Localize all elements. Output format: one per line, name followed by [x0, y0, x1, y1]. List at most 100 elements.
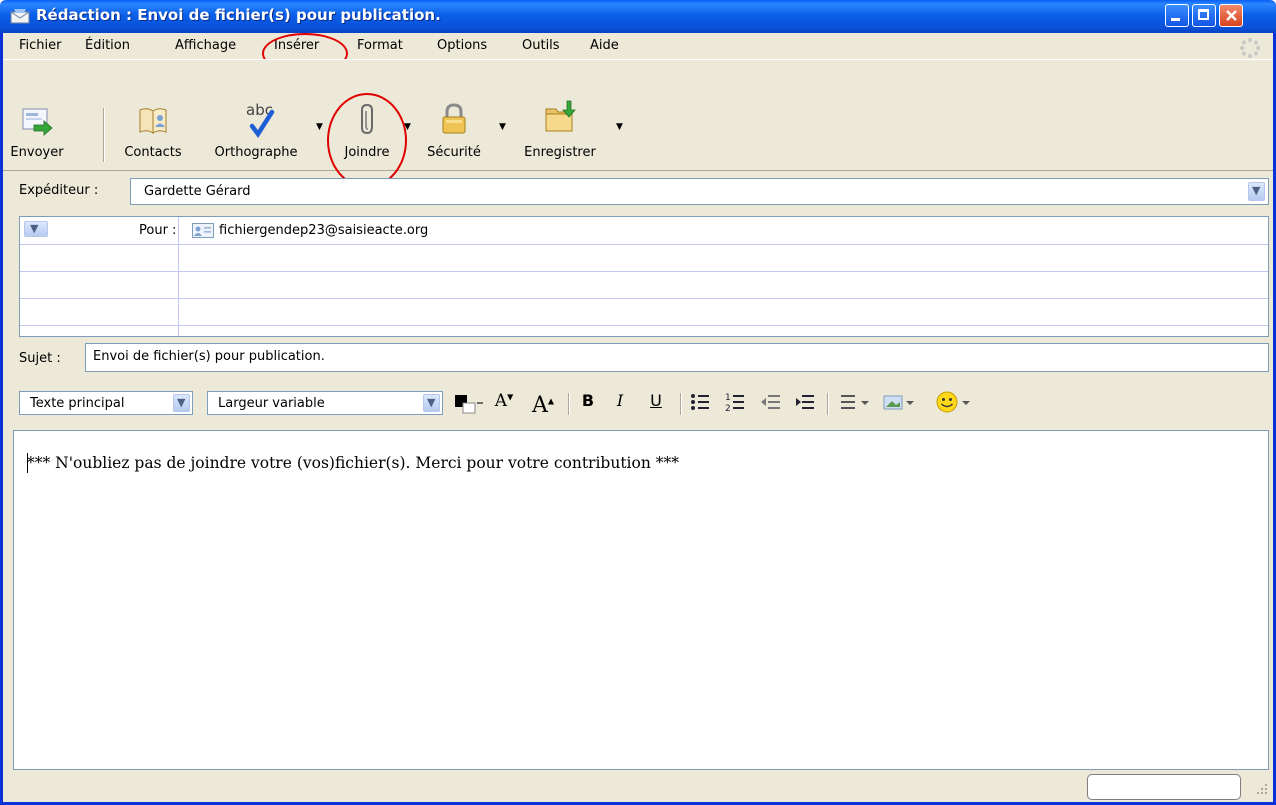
outdent-button[interactable]	[759, 391, 783, 415]
font-value: Largeur variable	[218, 396, 325, 411]
save-dropdown-icon[interactable]: ▼	[616, 122, 623, 132]
contacts-button[interactable]: Contacts	[115, 62, 191, 168]
status-progress-panel	[1087, 774, 1241, 800]
recipient-type-dropdown[interactable]: ▼	[24, 221, 48, 237]
security-button[interactable]: Sécurité	[419, 62, 489, 168]
chevron-down-icon: ▼	[427, 396, 436, 409]
send-label: Envoyer	[10, 145, 64, 160]
numbered-list-button[interactable]: 12	[723, 391, 747, 415]
bold-button[interactable]: B	[577, 391, 599, 415]
close-icon	[1226, 10, 1237, 21]
recipients-list[interactable]: ▼ Pour : fichiergendep23@saisieacte.org	[19, 216, 1269, 337]
format-separator	[568, 393, 570, 415]
maximize-button[interactable]	[1192, 4, 1216, 27]
padlock-icon	[442, 103, 466, 134]
svg-text:1: 1	[725, 393, 731, 403]
title-bar[interactable]: Rédaction : Envoi de fichier(s) pour pub…	[0, 0, 1276, 33]
recipients-column-divider	[178, 217, 179, 336]
insert-image-icon	[883, 395, 914, 410]
bullet-list-button[interactable]	[688, 391, 712, 415]
menu-options[interactable]: Options	[437, 38, 487, 53]
recipients-row-divider	[20, 298, 1268, 299]
paragraph-style-select[interactable]: Texte principal ▼	[19, 391, 193, 415]
recipient-address[interactable]: fichiergendep23@saisieacte.org	[219, 223, 428, 238]
contact-card-icon	[192, 223, 214, 238]
format-separator	[827, 393, 829, 415]
window-title: Rédaction : Envoi de fichier(s) pour pub…	[36, 6, 441, 24]
sender-dropdown-button[interactable]: ▼	[1248, 182, 1265, 201]
spellcheck-label: Orthographe	[214, 145, 298, 160]
text-color-icon	[455, 395, 483, 414]
font-select[interactable]: Largeur variable ▼	[207, 391, 443, 415]
indent-button[interactable]	[793, 391, 817, 415]
toolbar-separator	[103, 108, 105, 162]
menu-bar: Fichier Édition Affichage Insérer Format…	[3, 33, 1273, 74]
save-folder-icon	[545, 100, 576, 132]
text-color-button[interactable]	[453, 391, 485, 415]
smaller-text-button[interactable]: A▼	[489, 391, 519, 415]
security-label: Sécurité	[427, 145, 481, 160]
menu-format[interactable]: Format	[357, 38, 403, 53]
menu-aide[interactable]: Aide	[590, 38, 619, 53]
sender-value: Gardette Gérard	[144, 184, 251, 199]
contacts-label: Contacts	[124, 145, 182, 160]
chevron-down-icon: ▼	[1252, 184, 1261, 197]
subject-value: Envoi de fichier(s) pour publication.	[93, 349, 325, 364]
close-button[interactable]	[1219, 4, 1243, 27]
annotation-circle-joindre	[327, 93, 407, 188]
insert-image-button[interactable]	[883, 391, 919, 415]
smaller-text-icon: A▼	[494, 391, 514, 411]
sender-label: Expéditeur :	[19, 183, 99, 198]
align-icon	[841, 395, 869, 409]
send-icon	[22, 108, 53, 136]
activity-throbber-icon	[1240, 38, 1260, 58]
main-toolbar: Envoyer Contacts abc Orthographe ▼ Joind…	[3, 59, 1273, 188]
smiley-icon	[936, 391, 970, 413]
numbered-list-icon: 12	[725, 393, 744, 414]
spellcheck-button[interactable]: abc Orthographe	[201, 62, 311, 168]
minimize-icon	[1171, 18, 1180, 21]
paragraph-style-dropdown[interactable]: ▼	[173, 394, 190, 412]
save-button[interactable]: Enregistrer	[511, 62, 609, 168]
compose-window: Rédaction : Envoi de fichier(s) pour pub…	[0, 0, 1276, 805]
format-separator	[680, 393, 682, 415]
align-button[interactable]	[839, 391, 875, 415]
paragraph-style-value: Texte principal	[30, 396, 125, 411]
maximize-icon	[1198, 9, 1209, 20]
security-dropdown-icon[interactable]: ▼	[499, 122, 506, 132]
menu-affichage[interactable]: Affichage	[175, 38, 236, 53]
menu-fichier[interactable]: Fichier	[19, 38, 62, 53]
menu-outils[interactable]: Outils	[522, 38, 560, 53]
recipient-type-label[interactable]: Pour :	[139, 223, 176, 238]
chevron-down-icon: ▼	[30, 222, 39, 235]
underline-button[interactable]: U	[645, 391, 667, 415]
format-toolbar: Texte principal ▼ Largeur variable ▼ A▼ …	[3, 382, 1273, 426]
subject-input[interactable]: Envoi de fichier(s) pour publication.	[85, 343, 1269, 372]
menu-edition[interactable]: Édition	[85, 38, 130, 53]
insert-smiley-button[interactable]	[935, 391, 975, 415]
status-bar	[3, 772, 1273, 802]
subject-label: Sujet :	[19, 351, 61, 366]
svg-text:2: 2	[725, 404, 731, 413]
outdent-icon	[761, 395, 780, 409]
bigger-text-icon: A▲	[531, 393, 555, 419]
bigger-text-button[interactable]: A▲	[525, 391, 561, 419]
save-label: Enregistrer	[524, 145, 596, 160]
message-body-editor[interactable]: *** N'oubliez pas de joindre votre (vos)…	[13, 430, 1269, 770]
message-body-text[interactable]: *** N'oubliez pas de joindre votre (vos)…	[27, 454, 679, 472]
indent-icon	[796, 395, 814, 409]
recipients-row-divider	[20, 271, 1268, 272]
address-book-icon	[139, 108, 167, 134]
bullet-list-icon	[691, 394, 709, 410]
send-button[interactable]: Envoyer	[9, 62, 65, 168]
resize-grip-icon[interactable]	[1255, 782, 1269, 798]
sender-select[interactable]: Gardette Gérard ▼	[130, 178, 1269, 205]
minimize-button[interactable]	[1165, 4, 1189, 27]
font-dropdown[interactable]: ▼	[423, 394, 440, 412]
italic-button[interactable]: I	[609, 391, 631, 415]
chevron-down-icon: ▼	[177, 396, 186, 409]
compose-icon	[10, 9, 30, 24]
recipients-row-divider	[20, 244, 1268, 245]
spellcheck-icon: abc	[246, 101, 275, 138]
spellcheck-dropdown-icon[interactable]: ▼	[316, 122, 323, 132]
